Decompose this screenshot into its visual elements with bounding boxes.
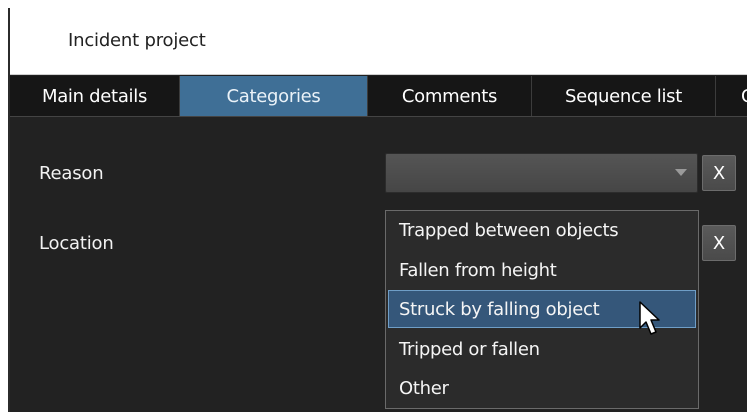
dropdown-option-other[interactable]: Other [388,369,696,407]
tab-comments[interactable]: Comments [368,76,532,116]
tab-categories[interactable]: Categories [180,76,368,116]
dropdown-option-trapped[interactable]: Trapped between objects [388,211,696,249]
reason-select[interactable] [385,153,698,193]
title-bar: Incident project [10,8,747,75]
categories-panel: Reason X Location X Trapped between obje… [10,116,747,412]
tab-main-details[interactable]: Main details [10,76,180,116]
tab-partial[interactable]: C [716,76,747,116]
window-title: Incident project [68,30,206,51]
tab-strip: Main details Categories Comments Sequenc… [10,76,747,116]
dropdown-option-fallen-from-height[interactable]: Fallen from height [388,251,696,289]
incident-project-window: Incident project Main details Categories… [8,8,747,412]
tab-sequence-list[interactable]: Sequence list [532,76,716,116]
location-clear-button[interactable]: X [702,225,736,261]
reason-label: Reason [39,163,104,184]
chevron-down-icon [675,169,687,176]
mouse-pointer-icon [639,301,660,335]
location-label: Location [39,233,114,254]
reason-clear-button[interactable]: X [702,155,736,191]
